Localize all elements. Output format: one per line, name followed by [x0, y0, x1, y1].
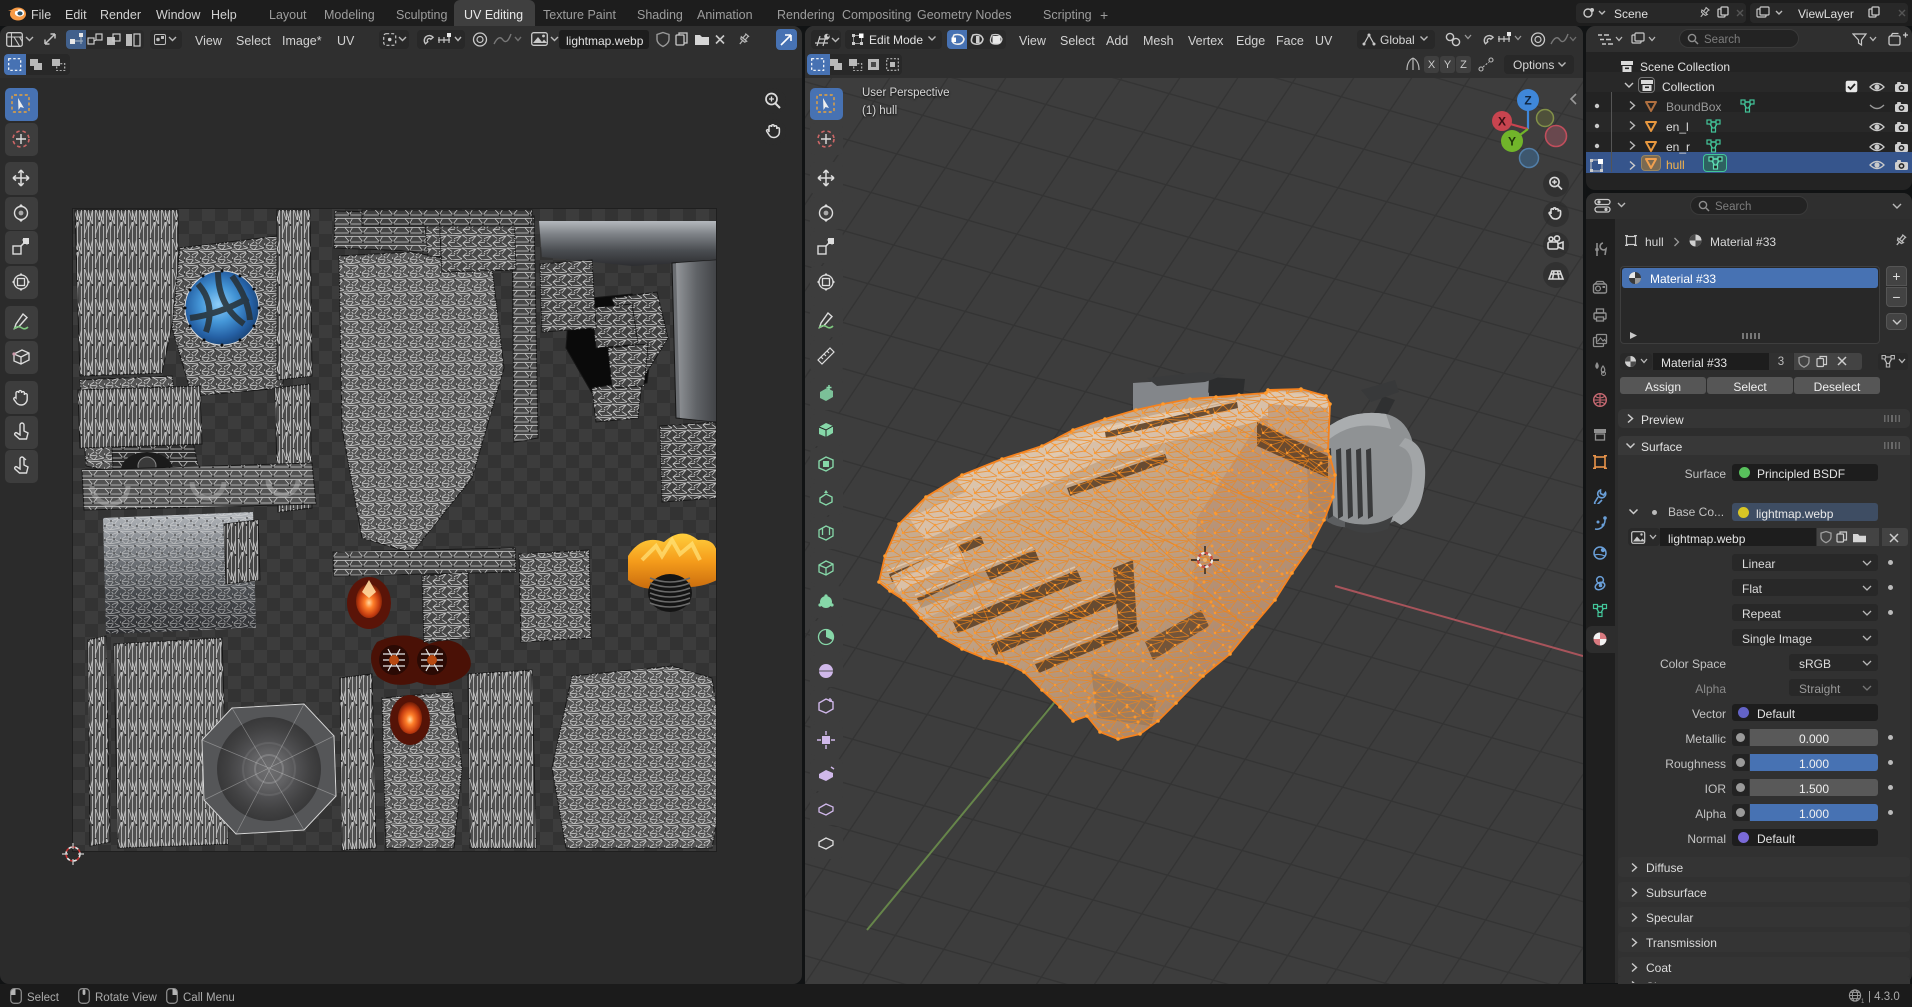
svg-text:X: X — [1498, 115, 1506, 129]
svg-text:Z: Z — [1524, 94, 1531, 108]
svg-text:1: 1 — [1861, 999, 1864, 1004]
svg-text:Y: Y — [1508, 135, 1516, 149]
